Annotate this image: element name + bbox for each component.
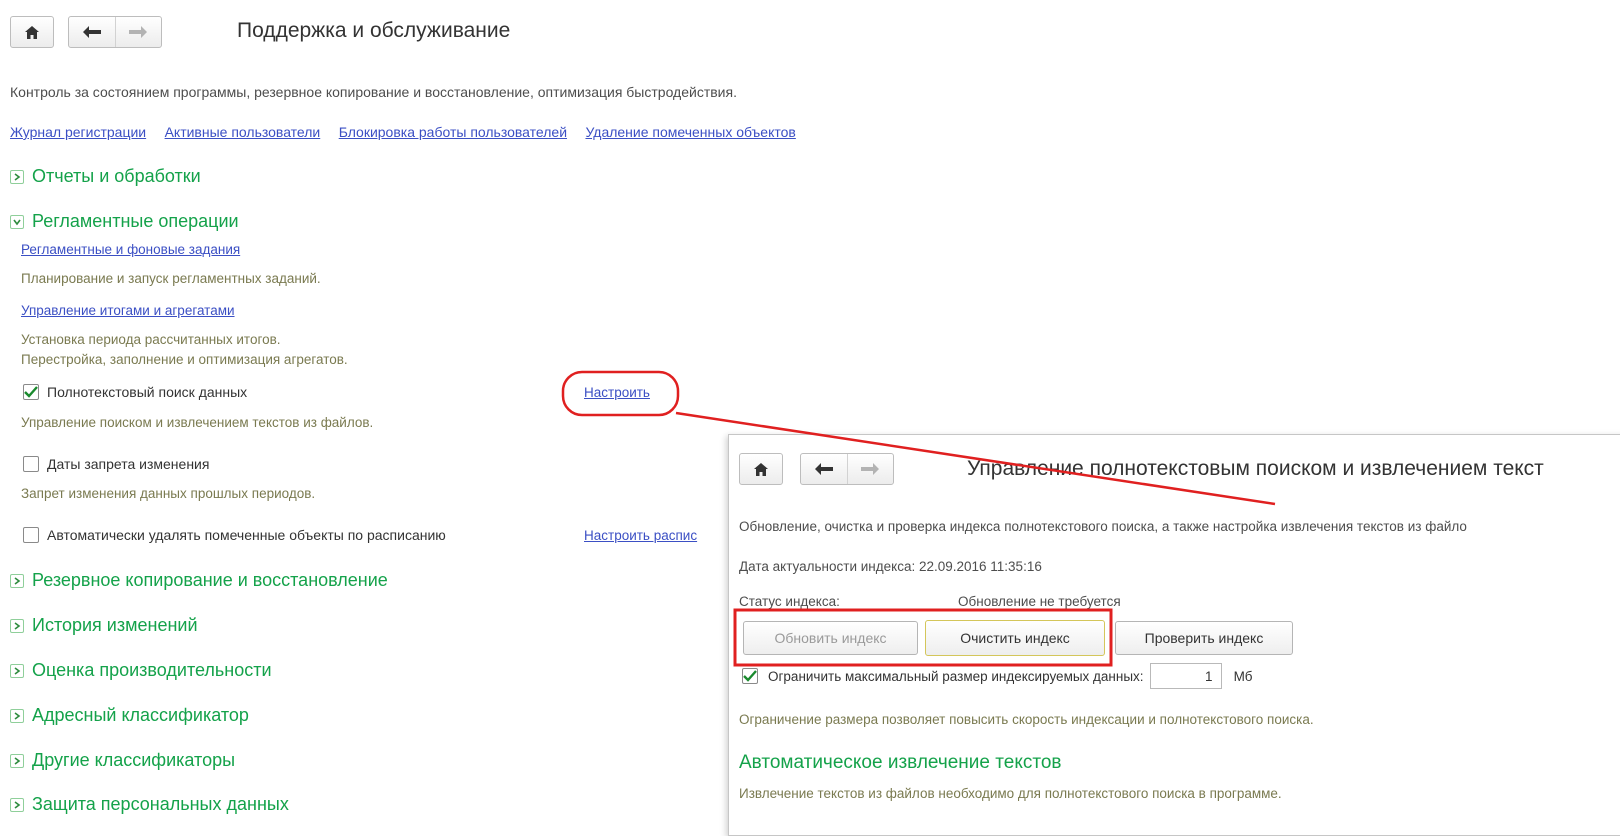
section-label: Другие классификаторы [32, 750, 236, 770]
lock-dates-description: Запрет изменения данных прошлых периодов… [21, 486, 316, 501]
fulltext-search-panel: Управление полнотекстовым поиском и извл… [728, 434, 1620, 836]
index-status-value: Обновление не требуется [958, 594, 1121, 609]
totals-description-line-1: Установка периода рассчитанных итогов. [21, 332, 281, 347]
section-personal-data[interactable]: Защита персональных данных [10, 794, 289, 815]
auto-extract-description: Извлечение текстов из файлов необходимо … [739, 786, 1282, 801]
chevron-down-icon [13, 219, 21, 225]
section-backup[interactable]: Резервное копирование и восстановление [10, 570, 388, 591]
section-routine[interactable]: Регламентные операции [10, 211, 239, 232]
chevron-right-icon [14, 172, 21, 181]
section-history[interactable]: История изменений [10, 615, 198, 636]
link-active-users[interactable]: Активные пользователи [165, 124, 321, 140]
panel-description: Обновление, очистка и проверка индекса п… [739, 519, 1467, 534]
clear-index-button[interactable]: Очистить индекс [925, 620, 1105, 656]
home-button[interactable] [10, 16, 54, 48]
arrow-left-icon [814, 463, 833, 475]
expand-toggle[interactable] [10, 663, 24, 678]
panel-history-navigation [800, 453, 894, 485]
auto-delete-label: Автоматически удалять помеченные объекты… [47, 527, 446, 543]
chevron-right-icon [14, 621, 21, 630]
checkmark-icon [743, 670, 757, 682]
panel-back-button[interactable] [801, 454, 847, 484]
section-reports[interactable]: Отчеты и обработки [10, 166, 201, 187]
expand-toggle[interactable] [10, 169, 24, 184]
link-delete-marked[interactable]: Удаление помеченных объектов [585, 124, 795, 140]
section-other-classifiers[interactable]: Другие классификаторы [10, 750, 235, 771]
panel-title: Управление полнотекстовым поиском и извл… [967, 457, 1544, 480]
section-label: Регламентные операции [32, 211, 239, 231]
section-label: Резервное копирование и восстановление [32, 570, 388, 590]
auto-delete-option: Автоматически удалять помеченные объекты… [23, 527, 446, 543]
arrow-right-icon [861, 463, 880, 475]
update-index-button[interactable]: Обновить индекс [743, 621, 918, 655]
index-status-label: Статус индекса: [739, 594, 840, 609]
quick-links: Журнал регистрации Активные пользователи… [10, 124, 810, 142]
section-label: Защита персональных данных [32, 794, 289, 814]
expand-toggle[interactable] [10, 797, 24, 812]
fulltext-search-checkbox[interactable] [23, 384, 39, 400]
arrow-right-icon [129, 26, 148, 38]
chevron-right-icon [14, 756, 21, 765]
arrow-left-icon [82, 26, 101, 38]
limit-size-label: Ограничить максимальный размер индексиру… [768, 668, 1144, 684]
chevron-right-icon [14, 666, 21, 675]
expand-toggle[interactable] [10, 573, 24, 588]
routine-jobs-description: Планирование и запуск регламентных задан… [21, 271, 321, 286]
fulltext-search-description: Управление поиском и извлечением текстов… [21, 415, 374, 430]
limit-size-unit: Мб [1233, 668, 1253, 684]
limit-size-input[interactable]: 1 [1149, 663, 1222, 689]
checkmark-icon [24, 386, 38, 398]
panel-forward-button[interactable] [846, 454, 894, 484]
expand-toggle[interactable] [10, 753, 24, 768]
forward-button[interactable] [114, 17, 162, 47]
limit-size-checkbox[interactable] [742, 668, 758, 684]
check-index-button[interactable]: Проверить индекс [1115, 621, 1293, 655]
index-date-row: Дата актуальности индекса: 22.09.2016 11… [739, 559, 1042, 574]
panel-home-button[interactable] [739, 453, 783, 485]
auto-extract-title: Автоматическое извлечение текстов [739, 752, 1062, 773]
section-label: Оценка производительности [32, 660, 272, 680]
lock-dates-checkbox[interactable] [23, 456, 39, 472]
back-button[interactable] [69, 17, 115, 47]
lock-dates-label: Даты запрета изменения [47, 456, 210, 472]
index-date-value: 22.09.2016 11:35:16 [918, 559, 1042, 574]
totals-description-line-2: Перестройка, заполнение и оптимизация аг… [21, 352, 348, 367]
home-icon [754, 462, 768, 476]
expand-toggle[interactable] [10, 618, 24, 633]
history-navigation [68, 16, 162, 48]
auto-delete-configure-link[interactable]: Настроить распис [584, 528, 697, 543]
link-event-log[interactable]: Журнал регистрации [10, 124, 146, 140]
lock-dates-option: Даты запрета изменения [23, 456, 209, 472]
section-label: История изменений [32, 615, 198, 635]
section-label: Отчеты и обработки [32, 166, 201, 186]
link-block-users[interactable]: Блокировка работы пользователей [339, 124, 567, 140]
home-icon [25, 25, 39, 39]
chevron-right-icon [14, 576, 21, 585]
limit-size-option: Ограничить максимальный размер индексиру… [742, 663, 1253, 689]
section-label: Адресный классификатор [32, 705, 249, 725]
fulltext-configure-link[interactable]: Настроить [584, 385, 650, 400]
expand-toggle[interactable] [10, 708, 24, 723]
index-date-label: Дата актуальности индекса: [739, 559, 916, 574]
link-totals-aggregates[interactable]: Управление итогами и агрегатами [21, 303, 235, 318]
page-description: Контроль за состоянием программы, резерв… [10, 84, 737, 100]
limit-size-description: Ограничение размера позволяет повысить с… [739, 712, 1314, 727]
section-performance[interactable]: Оценка производительности [10, 660, 272, 681]
section-address[interactable]: Адресный классификатор [10, 705, 249, 726]
auto-delete-checkbox[interactable] [23, 527, 39, 543]
fulltext-search-option: Полнотекстовый поиск данных [23, 384, 247, 400]
fulltext-search-label: Полнотекстовый поиск данных [47, 384, 248, 400]
link-routine-jobs[interactable]: Регламентные и фоновые задания [21, 242, 240, 257]
chevron-right-icon [14, 711, 21, 720]
chevron-right-icon [14, 800, 21, 809]
collapse-toggle[interactable] [10, 214, 24, 229]
page-title: Поддержка и обслуживание [237, 19, 511, 42]
